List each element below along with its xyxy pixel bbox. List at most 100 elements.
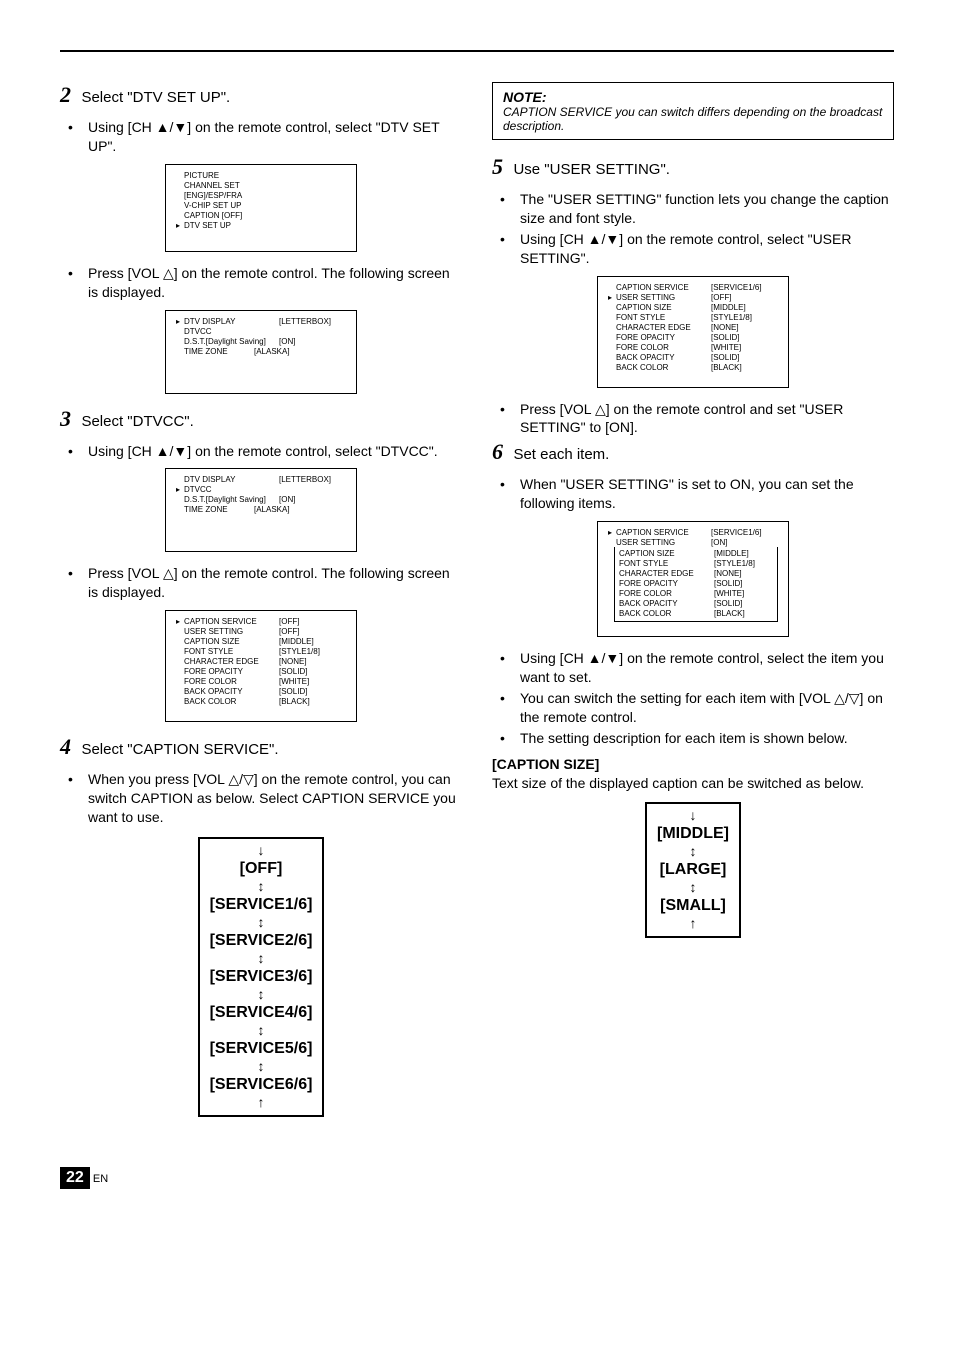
menu-label: FORE OPACITY: [184, 667, 279, 677]
menu-value: [MIDDLE]: [714, 549, 773, 559]
bullet-text: •When you press [VOL △/▽] on the remote …: [78, 770, 462, 827]
bullet-text: •Using [CH ▲/▼] on the remote control, s…: [78, 118, 462, 156]
menu-item: PICTURE: [184, 171, 219, 181]
menu-label: CAPTION SIZE: [619, 549, 714, 559]
note-body: CAPTION SERVICE you can switch differs d…: [503, 105, 883, 133]
menu-value: [SERVICE1/6]: [711, 528, 778, 538]
page-label: EN: [93, 1173, 108, 1185]
step-title: Select "CAPTION SERVICE".: [81, 741, 278, 758]
menu-value: [BLACK]: [711, 363, 778, 373]
bullet-content: Using [CH ▲/▼] on the remote control, se…: [520, 231, 851, 266]
menu-value: [ALASKA]: [254, 347, 346, 357]
arrow-down-icon: [210, 843, 313, 859]
menu-item-selected: DTV SET UP: [184, 221, 231, 231]
cycle-item: [SMALL]: [657, 898, 729, 914]
menu-label: DTV DISPLAY: [184, 317, 279, 327]
bullet-content: Using [CH ▲/▼] on the remote control, se…: [520, 650, 884, 685]
bullet-text: •Press [VOL △] on the remote control and…: [510, 400, 894, 438]
menu-label: D.S.T.[Daylight Saving]: [184, 495, 279, 505]
bullet-content: Press [VOL △] on the remote control. The…: [88, 565, 450, 600]
menu-value: [SOLID]: [279, 667, 346, 677]
arrow-updown-icon: [210, 1059, 313, 1075]
bullet-text: •Using [CH ▲/▼] on the remote control, s…: [510, 230, 894, 268]
menu-label: FORE COLOR: [616, 343, 711, 353]
menu-label: FORE COLOR: [619, 589, 714, 599]
bullet-content: The "USER SETTING" function lets you cha…: [520, 191, 889, 226]
step-4: 4 Select "CAPTION SERVICE".: [60, 734, 462, 760]
cycle-item: [SERVICE2/6]: [210, 933, 313, 949]
menu-item: [ENG]/ESP/FRA: [184, 191, 242, 201]
menu-label: DTVCC: [184, 485, 279, 495]
menu-value: [SOLID]: [279, 687, 346, 697]
menu-label: BACK COLOR: [184, 697, 279, 707]
step-title: Select "DTV SET UP".: [81, 89, 230, 106]
bullet-content: When you press [VOL △/▽] on the remote c…: [88, 771, 456, 825]
bullet-text: •The "USER SETTING" function lets you ch…: [510, 190, 894, 228]
menu-value: [SOLID]: [711, 333, 778, 343]
bullet-content: Using [CH ▲/▼] on the remote control, se…: [88, 443, 438, 459]
caption-size-cycle: [MIDDLE] [LARGE] [SMALL]: [492, 802, 894, 938]
menu-label: CHARACTER EDGE: [184, 657, 279, 667]
menu-value: [SOLID]: [714, 579, 773, 589]
note-box: NOTE: CAPTION SERVICE you can switch dif…: [492, 82, 894, 140]
step-2: 2 Select "DTV SET UP".: [60, 82, 462, 108]
menu-label: BACK OPACITY: [616, 353, 711, 363]
menu-label: FONT STYLE: [619, 559, 714, 569]
menu-value: [SOLID]: [714, 599, 773, 609]
menu-item: CHANNEL SET: [184, 181, 240, 191]
menu-value: [BLACK]: [279, 697, 346, 707]
menu-value: [STYLE1/8]: [279, 647, 346, 657]
menu-label: FORE COLOR: [184, 677, 279, 687]
bullet-text: •You can switch the setting for each ite…: [510, 689, 894, 727]
cycle-item: [SERVICE6/6]: [210, 1077, 313, 1093]
menu-label: BACK OPACITY: [619, 599, 714, 609]
menu-label: D.S.T.[Daylight Saving]: [184, 337, 279, 347]
arrow-up-icon: [210, 1095, 313, 1111]
menu-label: CHARACTER EDGE: [619, 569, 714, 579]
menu-value: [LETTERBOX]: [279, 317, 346, 327]
menu-screen-2: ▸DTV DISPLAY[LETTERBOX] DTVCC D.S.T.[Day…: [165, 310, 357, 394]
menu-value: [LETTERBOX]: [279, 475, 346, 485]
right-column: NOTE: CAPTION SERVICE you can switch dif…: [492, 82, 894, 1127]
step-title: Set each item.: [513, 446, 609, 463]
bullet-text: •Using [CH ▲/▼] on the remote control, s…: [78, 442, 462, 461]
bullet-content: When "USER SETTING" is set to ON, you ca…: [520, 476, 854, 511]
menu-value: [SERVICE1/6]: [711, 283, 778, 293]
top-divider: [60, 50, 894, 52]
menu-screen-6: ▸CAPTION SERVICE[SERVICE1/6] USER SETTIN…: [597, 521, 789, 637]
bullet-content: Press [VOL △] on the remote control. The…: [88, 265, 450, 300]
bullet-content: You can switch the setting for each item…: [520, 690, 883, 725]
cycle-item: [SERVICE4/6]: [210, 1005, 313, 1021]
menu-value: [ON]: [279, 337, 346, 347]
menu-value: [MIDDLE]: [711, 303, 778, 313]
step-title: Select "DTVCC".: [81, 413, 193, 430]
cycle-box: [MIDDLE] [LARGE] [SMALL]: [645, 802, 741, 938]
menu-value: [NONE]: [714, 569, 773, 579]
arrow-updown-icon: [210, 1023, 313, 1039]
arrow-up-icon: [657, 916, 729, 932]
step-number: 6: [492, 439, 503, 464]
menu-value: [STYLE1/8]: [711, 313, 778, 323]
step-number: 4: [60, 734, 71, 759]
step-3: 3 Select "DTVCC".: [60, 406, 462, 432]
left-column: 2 Select "DTV SET UP". •Using [CH ▲/▼] o…: [60, 82, 462, 1127]
menu-label: TIME ZONE: [184, 347, 254, 357]
menu-label: USER SETTING: [616, 293, 711, 303]
page-footer: 22 EN: [60, 1167, 894, 1189]
subtext: Text size of the displayed caption can b…: [492, 774, 894, 793]
page: 2 Select "DTV SET UP". •Using [CH ▲/▼] o…: [0, 0, 954, 1219]
bullet-text: •When "USER SETTING" is set to ON, you c…: [510, 475, 894, 513]
menu-label: CAPTION SIZE: [184, 637, 279, 647]
arrow-updown-icon: [210, 915, 313, 931]
cycle-item: [LARGE]: [657, 862, 729, 878]
bullet-text: •Press [VOL △] on the remote control. Th…: [78, 264, 462, 302]
step-title: Use "USER SETTING".: [513, 161, 670, 178]
bullet-text: •Press [VOL △] on the remote control. Th…: [78, 564, 462, 602]
menu-label: CAPTION SERVICE: [616, 283, 711, 293]
menu-value: [ALASKA]: [254, 505, 346, 515]
step-number: 5: [492, 154, 503, 179]
menu-label: USER SETTING: [616, 538, 711, 548]
subheading: [CAPTION SIZE]: [492, 756, 894, 772]
menu-value: [OFF]: [279, 627, 346, 637]
menu-screen-1: PICTURE CHANNEL SET [ENG]/ESP/FRA V-CHIP…: [165, 164, 357, 252]
